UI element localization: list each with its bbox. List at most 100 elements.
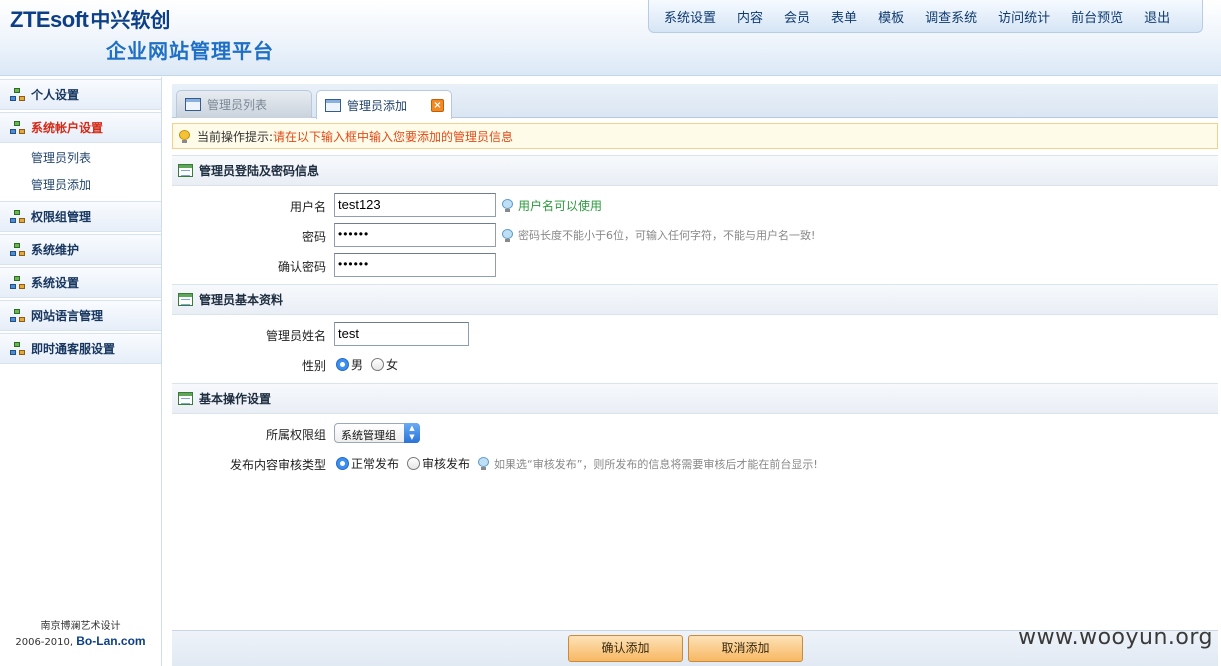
nav-members[interactable]: 会员 — [784, 7, 810, 26]
tree-node-icon — [10, 209, 26, 224]
sidebar-subitem-admin-list[interactable]: 管理员列表 — [0, 145, 161, 172]
gender-female-option[interactable]: 女 — [369, 356, 398, 373]
sidebar: 个人设置 系统帐户设置 管理员列表 管理员添加 权限组管理 系统维护 系统设置 … — [0, 77, 162, 666]
lightbulb-icon — [502, 199, 513, 212]
logo: ZTEsoft 中兴软创 — [10, 4, 170, 33]
sidebar-item-system-settings[interactable]: 系统设置 — [0, 267, 161, 298]
sidebar-item-label: 系统帐户设置 — [31, 121, 104, 135]
password-label: 密码 — [301, 230, 326, 244]
review-radio-group: 正常发布 审核发布 如果选“审核发布”，则所发布的信息将需要审核后才能在前台显示… — [334, 455, 818, 472]
nav-templates[interactable]: 模板 — [878, 7, 904, 26]
tab-bar: 管理员列表 管理员添加 × — [172, 84, 1218, 119]
row-username: 用户名 test123 用户名可以使用 — [172, 190, 1218, 220]
review-normal-option[interactable]: 正常发布 — [334, 455, 399, 472]
confirm-password-label: 确认密码 — [277, 260, 326, 274]
sidebar-item-languages[interactable]: 网站语言管理 — [0, 300, 161, 331]
permission-group-value: 系统管理组 — [341, 429, 396, 442]
nav-statistics[interactable]: 访问统计 — [998, 7, 1050, 26]
tree-node-icon — [10, 341, 26, 356]
gender-radio-group: 男 女 — [334, 356, 404, 373]
sidebar-item-label: 系统设置 — [31, 276, 80, 290]
section-title: 管理员基本资料 — [199, 293, 284, 307]
sidebar-item-accounts[interactable]: 系统帐户设置 — [0, 112, 161, 143]
sidebar-item-permission-groups[interactable]: 权限组管理 — [0, 201, 161, 232]
admin-name-input[interactable]: test — [334, 322, 469, 346]
sidebar-item-label: 权限组管理 — [31, 210, 92, 224]
nav-survey[interactable]: 调查系统 — [925, 7, 977, 26]
admin-name-label: 管理员姓名 — [265, 329, 326, 343]
form-icon — [178, 164, 193, 177]
nav-content[interactable]: 内容 — [737, 7, 763, 26]
lightbulb-icon — [179, 129, 190, 143]
window-icon — [325, 98, 341, 112]
header: ZTEsoft 中兴软创 企业网站管理平台 系统设置 内容 会员 表单 模板 调查… — [0, 0, 1221, 76]
operation-tip: 当前操作提示: 请在以下输入框中输入您要添加的管理员信息 — [172, 123, 1218, 149]
select-arrows-icon: ▲ ▼ — [404, 423, 420, 443]
tab-admin-list[interactable]: 管理员列表 — [176, 90, 312, 118]
tree-node-icon — [10, 242, 26, 257]
form-icon — [178, 392, 193, 405]
confirm-add-button[interactable]: 确认添加 — [568, 635, 683, 662]
footer-year: 2006-2010, — [15, 637, 74, 648]
watermark: www.wooyun.org — [1018, 625, 1213, 650]
gender-label: 性别 — [301, 359, 326, 373]
review-audit-label: 审核发布 — [422, 457, 471, 471]
password-hint-text: 密码长度不能小于6位，可输入任何字符，不能与用户名一致! — [518, 229, 816, 242]
gender-male-option[interactable]: 男 — [334, 356, 363, 373]
sidebar-item-personal[interactable]: 个人设置 — [0, 79, 161, 110]
radio-female[interactable] — [371, 358, 385, 371]
username-hint-text: 用户名可以使用 — [518, 199, 603, 213]
review-normal-label: 正常发布 — [351, 457, 400, 471]
close-tab-icon[interactable]: × — [431, 99, 444, 112]
top-nav: 系统设置 内容 会员 表单 模板 调查系统 访问统计 前台预览 退出 — [648, 0, 1203, 33]
username-input[interactable]: test123 — [334, 193, 496, 217]
sidebar-subitem-admin-add[interactable]: 管理员添加 — [0, 172, 161, 199]
username-hint: 用户名可以使用 — [502, 197, 602, 214]
footer-site-link[interactable]: Bo-Lan.com — [76, 634, 145, 648]
logo-brand-cn: 中兴软创 — [90, 8, 171, 32]
radio-male[interactable] — [336, 358, 349, 371]
confirm-password-input[interactable]: •••••• — [334, 253, 496, 277]
section-title: 管理员登陆及密码信息 — [199, 164, 320, 178]
row-review-type: 发布内容审核类型 正常发布 审核发布 如果选“审核发布”，则所发布的信息将需要审… — [172, 448, 1218, 478]
window-icon — [185, 98, 201, 111]
review-type-label: 发布内容审核类型 — [229, 458, 326, 472]
section-basic-info: 管理员基本资料 — [172, 284, 1218, 315]
radio-normal-publish[interactable] — [336, 457, 349, 470]
tree-node-icon — [10, 275, 26, 290]
nav-system-settings[interactable]: 系统设置 — [664, 7, 716, 26]
section-login-info: 管理员登陆及密码信息 — [172, 155, 1218, 186]
tip-text: 请在以下输入框中输入您要添加的管理员信息 — [273, 129, 514, 144]
platform-title: 企业网站管理平台 — [106, 39, 274, 63]
sidebar-item-im-service[interactable]: 即时通客服设置 — [0, 333, 161, 364]
section-operation-settings: 基本操作设置 — [172, 383, 1218, 414]
tab-label: 管理员列表 — [207, 98, 268, 112]
tab-admin-add[interactable]: 管理员添加 × — [316, 90, 452, 119]
nav-logout[interactable]: 退出 — [1144, 7, 1170, 26]
tree-node-icon — [10, 308, 26, 323]
logo-brand: ZTEsoft — [10, 7, 89, 32]
sidebar-footer: 南京博澜艺术设计 2006-2010, Bo-Lan.com — [0, 620, 161, 650]
tree-node-icon — [10, 120, 26, 135]
nav-preview[interactable]: 前台预览 — [1071, 7, 1123, 26]
gender-male-label: 男 — [351, 358, 364, 372]
cancel-add-button[interactable]: 取消添加 — [688, 635, 803, 662]
password-input[interactable]: •••••• — [334, 223, 496, 247]
nav-forms[interactable]: 表单 — [831, 7, 857, 26]
tree-node-icon — [10, 87, 26, 102]
sidebar-item-label: 即时通客服设置 — [31, 342, 116, 356]
username-label: 用户名 — [289, 200, 326, 214]
footer-designer: 南京博澜艺术设计 — [40, 621, 121, 632]
section-title: 基本操作设置 — [199, 392, 272, 406]
radio-audit-publish[interactable] — [407, 457, 421, 470]
row-permission-group: 所属权限组 系统管理组 ▲ ▼ — [172, 418, 1218, 448]
lightbulb-icon — [478, 457, 490, 470]
review-hint-text: 如果选“审核发布”，则所发布的信息将需要审核后才能在前台显示! — [494, 457, 818, 471]
lightbulb-icon — [502, 228, 513, 242]
permission-group-label: 所属权限组 — [265, 428, 326, 442]
row-confirm-password: 确认密码 •••••• — [172, 250, 1218, 280]
sidebar-item-maintenance[interactable]: 系统维护 — [0, 234, 161, 265]
review-audit-option[interactable]: 审核发布 — [405, 455, 470, 472]
permission-group-select[interactable]: 系统管理组 ▲ ▼ — [334, 423, 420, 443]
main-content: 管理员列表 管理员添加 × 当前操作提示: 请在以下输入框中输入您要添加的管理员… — [172, 84, 1218, 666]
